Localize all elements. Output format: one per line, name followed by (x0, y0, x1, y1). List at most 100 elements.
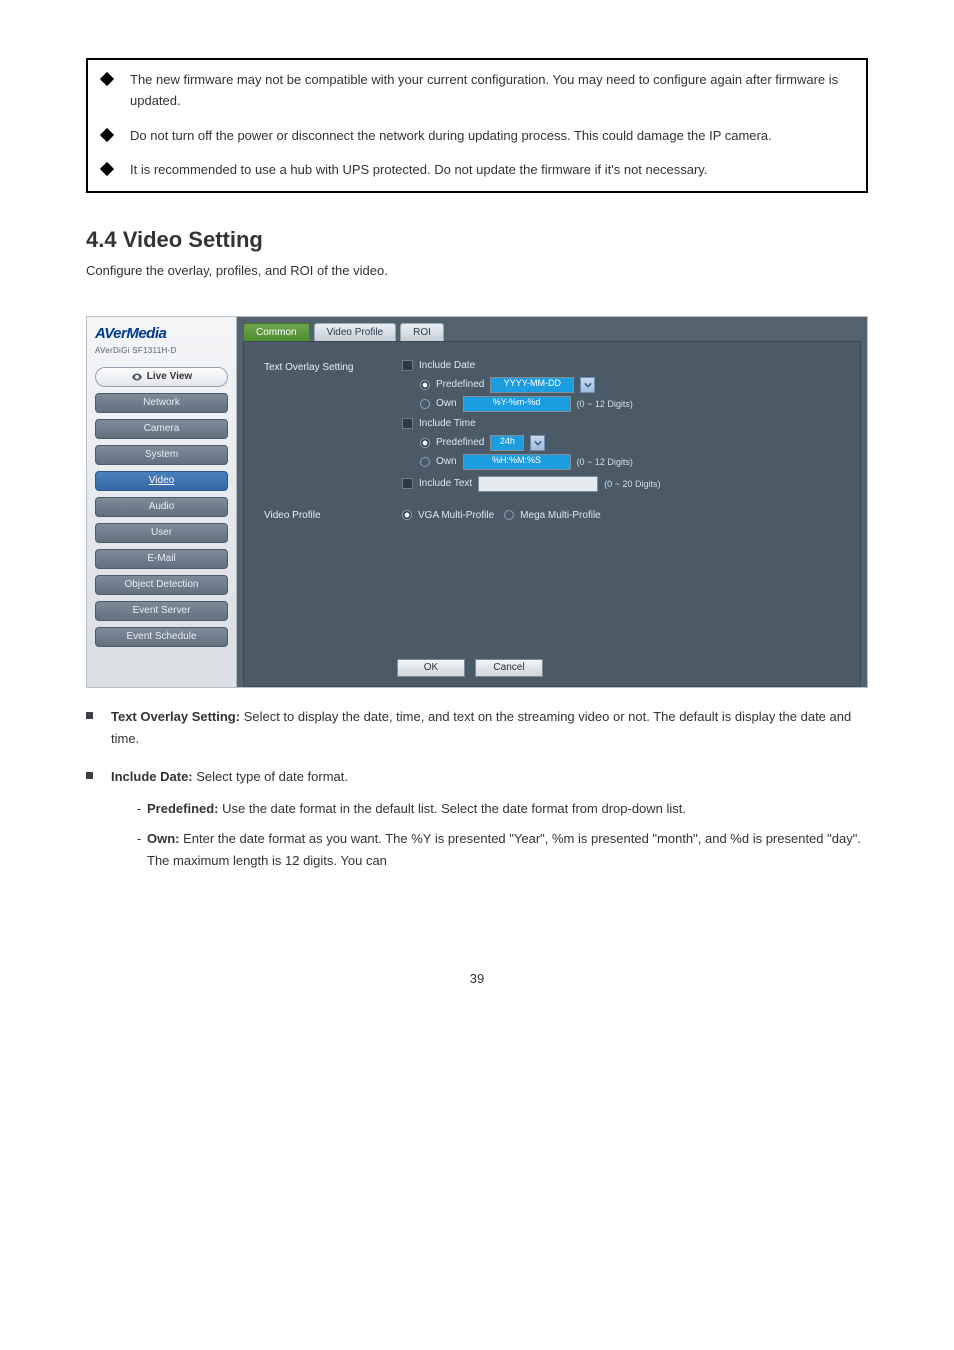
tab-label: Common (256, 327, 297, 338)
time-own-row: Own %H:%M:%S (0 ~ 12 Digits) (420, 454, 840, 470)
time-predefined-radio[interactable] (420, 438, 430, 448)
live-view-button[interactable]: Live View (95, 367, 228, 387)
caution-row: It is recommended to use a hub with UPS … (102, 160, 848, 181)
tab-roi[interactable]: ROI (400, 323, 444, 341)
date-own-value[interactable]: %Y-%m-%d (463, 396, 571, 412)
time-own-value[interactable]: %H:%M:%S (463, 454, 571, 470)
date-own-radio[interactable] (420, 399, 430, 409)
include-text-checkbox[interactable] (402, 478, 413, 489)
include-text-input[interactable] (478, 476, 598, 492)
mega-profile-radio[interactable] (504, 510, 514, 520)
sidebar-item-label: Audio (149, 501, 175, 512)
live-view-label: Live View (147, 371, 192, 382)
caution-text: It is recommended to use a hub with UPS … (130, 160, 848, 181)
include-date-checkbox[interactable] (402, 360, 413, 371)
include-text-hint: (0 ~ 20 Digits) (604, 479, 660, 489)
bullet-text: Include Date: Select type of date format… (111, 766, 868, 880)
sidebar: AVerMedia AVerDiGi SF1311H-D Live View N… (87, 317, 237, 687)
eye-icon (131, 371, 143, 383)
time-own-radio[interactable] (420, 457, 430, 467)
page-number: 39 (0, 971, 954, 986)
diamond-icon (100, 162, 114, 176)
diamond-icon (100, 128, 114, 142)
dash-icon: - (137, 798, 147, 820)
tab-video-profile[interactable]: Video Profile (314, 323, 397, 341)
section-desc: Configure the overlay, profiles, and ROI… (86, 261, 868, 282)
sidebar-item-network[interactable]: Network (95, 393, 228, 413)
caution-text: Do not turn off the power or disconnect … (130, 126, 848, 147)
sidebar-item-label: Event Server (133, 605, 191, 616)
video-profile-label: Video Profile (264, 508, 384, 521)
nested-list: - Predefined: Use the date format in the… (137, 798, 868, 872)
sidebar-item-email[interactable]: E-Mail (95, 549, 228, 569)
include-date-row: Include Date (402, 360, 840, 371)
video-profile-group: VGA Multi-Profile Mega Multi-Profile (402, 510, 840, 521)
date-predefined-dropdown[interactable] (580, 377, 595, 393)
content-pane: Text Overlay Setting Include Date Predef… (243, 341, 861, 687)
caution-row: The new firmware may not be compatible w… (102, 70, 848, 112)
bullet-row: Include Date: Select type of date format… (86, 766, 868, 880)
section-title: 4.4 Video Setting (86, 227, 868, 253)
main-area: Common Video Profile ROI Text Overlay Se… (237, 317, 867, 687)
include-time-row: Include Time (402, 418, 840, 429)
hyphen-row: - Own: Enter the date format as you want… (137, 828, 868, 872)
predefined-label: Predefined (436, 437, 484, 448)
sidebar-item-event-schedule[interactable]: Event Schedule (95, 627, 228, 647)
bullet-row: Text Overlay Setting: Select to display … (86, 706, 868, 750)
include-time-checkbox[interactable] (402, 418, 413, 429)
sidebar-item-user[interactable]: User (95, 523, 228, 543)
sidebar-item-label: Camera (144, 423, 180, 434)
include-time-label: Include Time (419, 418, 476, 429)
sidebar-item-video[interactable]: Video (95, 471, 228, 491)
text-overlay-group: Include Date Predefined YYYY-MM-DD Own %… (402, 360, 840, 498)
sidebar-item-label: System (145, 449, 178, 460)
time-predefined-row: Predefined 24h (420, 435, 840, 451)
diamond-icon (100, 72, 114, 86)
sidebar-item-object-detection[interactable]: Object Detection (95, 575, 228, 595)
time-own-hint: (0 ~ 12 Digits) (577, 457, 633, 467)
ok-label: OK (424, 662, 438, 673)
caution-row: Do not turn off the power or disconnect … (102, 126, 848, 147)
button-row: OK Cancel (397, 659, 543, 677)
hyphen-row: - Predefined: Use the date format in the… (137, 798, 868, 820)
tab-common[interactable]: Common (243, 323, 310, 341)
sidebar-item-event-server[interactable]: Event Server (95, 601, 228, 621)
sidebar-item-label: E-Mail (147, 553, 175, 564)
date-predefined-row: Predefined YYYY-MM-DD (420, 377, 840, 393)
config-ui-screenshot: AVerMedia AVerDiGi SF1311H-D Live View N… (86, 316, 868, 688)
ok-button[interactable]: OK (397, 659, 465, 677)
sidebar-item-audio[interactable]: Audio (95, 497, 228, 517)
brand-logo: AVerMedia (95, 325, 228, 342)
sidebar-item-label: Video (149, 475, 174, 486)
sidebar-item-label: Network (143, 397, 180, 408)
square-icon (86, 772, 93, 779)
mega-profile-label: Mega Multi-Profile (520, 510, 601, 521)
sidebar-item-camera[interactable]: Camera (95, 419, 228, 439)
sidebar-item-label: Object Detection (125, 579, 199, 590)
dash-icon: - (137, 828, 147, 850)
sidebar-item-label: Event Schedule (126, 631, 196, 642)
include-text-label: Include Text (419, 478, 472, 489)
cancel-button[interactable]: Cancel (475, 659, 543, 677)
date-predefined-radio[interactable] (420, 380, 430, 390)
tab-bar: Common Video Profile ROI (237, 317, 867, 341)
sidebar-item-label: User (151, 527, 172, 538)
caution-text: The new firmware may not be compatible w… (130, 70, 848, 112)
cancel-label: Cancel (493, 662, 524, 673)
caution-frame: The new firmware may not be compatible w… (86, 58, 868, 193)
date-own-hint: (0 ~ 12 Digits) (577, 399, 633, 409)
chevron-down-icon (584, 381, 592, 389)
date-predefined-value: YYYY-MM-DD (490, 377, 574, 393)
include-date-label: Include Date (419, 360, 475, 371)
vga-profile-radio[interactable] (402, 510, 412, 520)
tab-label: Video Profile (327, 327, 384, 338)
own-label: Own (436, 456, 457, 467)
sidebar-item-system[interactable]: System (95, 445, 228, 465)
time-predefined-value: 24h (490, 435, 524, 451)
hyphen-text: Predefined: Use the date format in the d… (147, 798, 868, 820)
include-text-row: Include Text (0 ~ 20 Digits) (402, 476, 840, 492)
vga-profile-label: VGA Multi-Profile (418, 510, 494, 521)
time-predefined-dropdown[interactable] (530, 435, 545, 451)
predefined-label: Predefined (436, 379, 484, 390)
bullet-text: Text Overlay Setting: Select to display … (111, 706, 868, 750)
